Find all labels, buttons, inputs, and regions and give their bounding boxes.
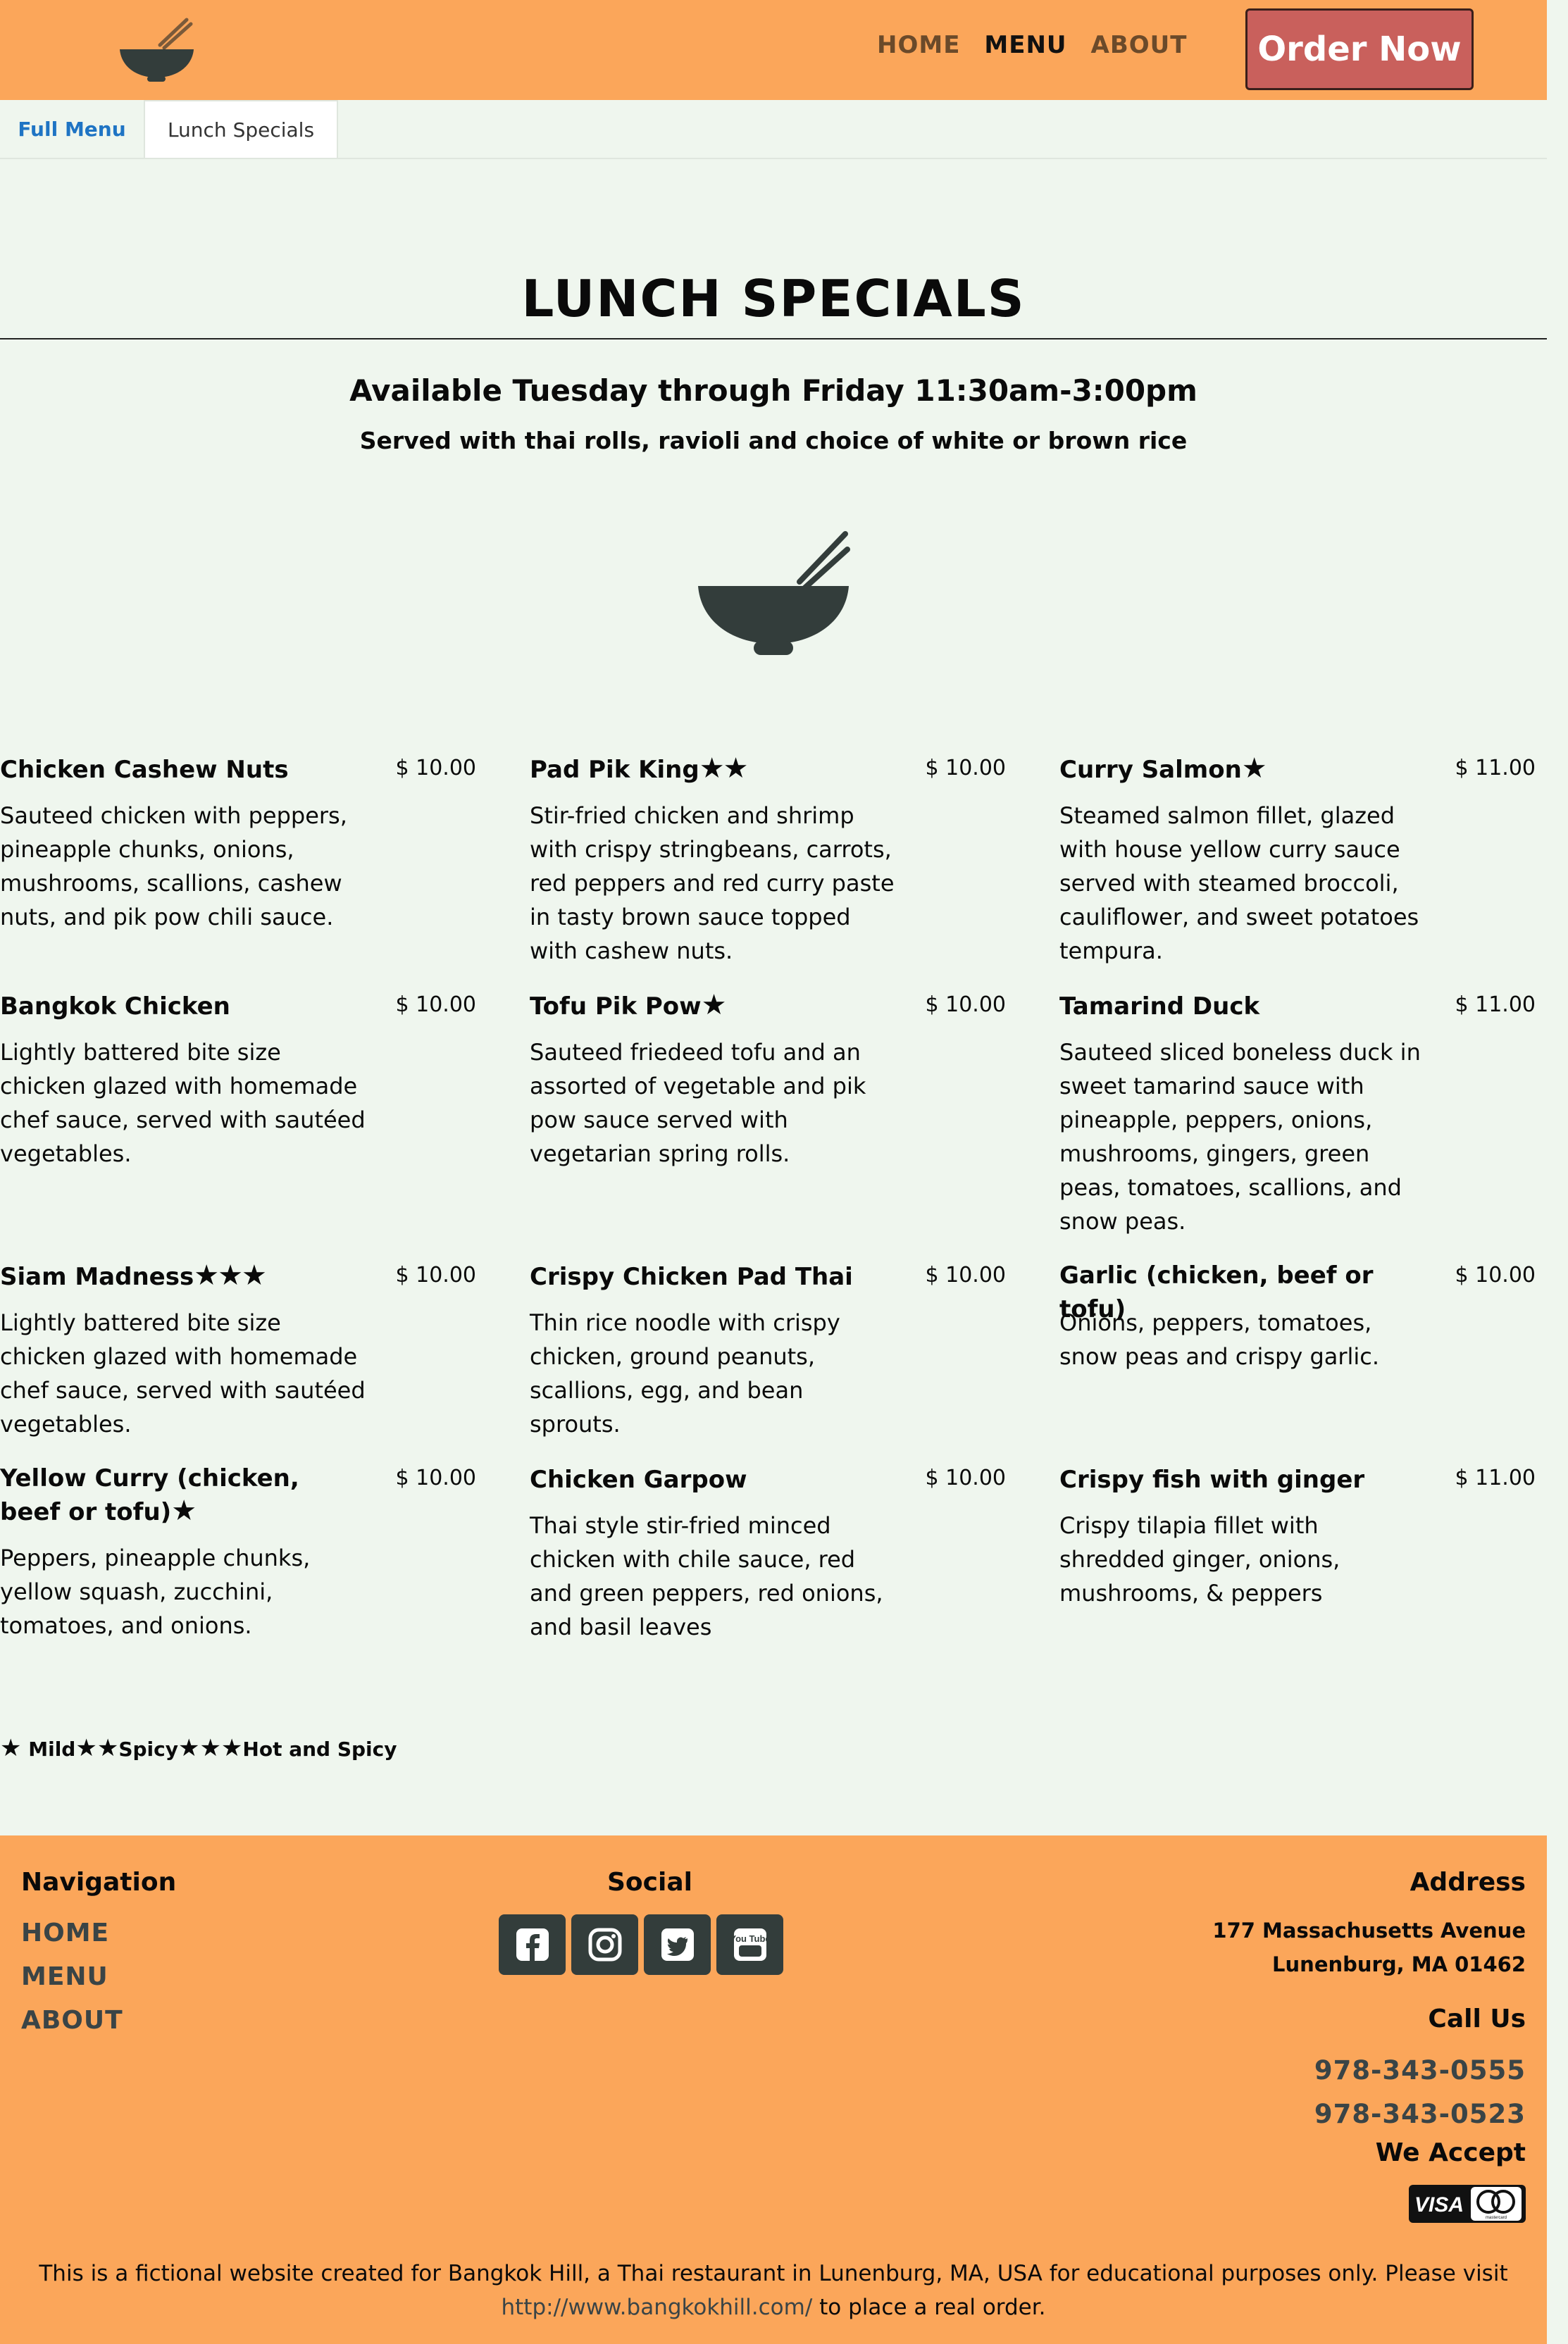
nav-menu[interactable]: MENU [984,31,1066,59]
item-description: Lightly battered bite size chicken glaze… [0,1039,366,1167]
disclaimer-tail: to place a real order. [819,2295,1046,2320]
hot-stars: ★★★ [178,1734,243,1762]
address-line-1: 177 Massachusetts Avenue [1212,1919,1526,1943]
youtube-icon[interactable]: You Tube [716,1914,783,1975]
footer-link-about[interactable]: ABOUT [21,2006,123,2035]
bangkokhill-link[interactable]: http://www.bangkokhill.com/ [501,2295,812,2320]
item-price: $ 11.00 [1455,992,1536,1017]
phone-link-1[interactable]: 978-343-0555 [1314,2055,1526,2086]
item-description: Lightly battered bite size chicken glaze… [0,1309,366,1438]
item-price: $ 10.00 [925,756,1006,780]
item-description: Thai style stir-fried minced chicken wit… [530,1512,883,1640]
item-price: $ 10.00 [395,1263,476,1288]
item-description: Sauteed sliced boneless duck in sweet ta… [1059,1039,1421,1235]
item-price: $ 10.00 [925,1466,1006,1490]
item-price: $ 10.00 [395,992,476,1017]
twitter-icon[interactable] [644,1914,711,1975]
bowl-logo-icon[interactable] [116,17,197,82]
legend-mild: Mild [28,1738,76,1761]
item-name: Chicken Cashew Nuts [0,756,289,784]
served-with-text: Served with thai rolls, ravioli and choi… [359,427,1188,454]
item-name: Curry Salmon★ [1059,752,1267,785]
spice-stars: ★★ [699,752,749,785]
item-description: Onions, peppers, tomatoes, snow peas and… [1059,1309,1380,1370]
item-name: Siam Madness★★★ [0,1259,267,1292]
item-description: Stir-fried chicken and shrimp with crisp… [530,802,895,964]
footer-call-heading: Call Us [1428,2005,1526,2033]
bowl-icon [698,531,850,655]
item-name: Chicken Garpow [530,1466,747,1494]
tab-full-menu[interactable]: Full Menu [0,100,144,158]
order-now-button[interactable]: Order Now [1245,8,1474,90]
footer-address-heading: Address [1410,1868,1526,1897]
spice-stars: ★★★ [194,1259,267,1292]
item-price: $ 11.00 [1455,756,1536,780]
mastercard-text: mastercard [1486,2216,1507,2220]
instagram-icon[interactable] [571,1914,638,1975]
mild-stars: ★ [0,1734,22,1762]
item-description: Crispy tilapia fillet with shredded ging… [1059,1512,1340,1607]
item-description: Thin rice noodle with crispy chicken, gr… [530,1309,840,1438]
item-name: Yellow Curry (chicken, beef or tofu)★ [0,1464,299,1527]
youtube-icon-text: You Tube [733,1933,768,1944]
payment-cards-icon: VISA mastercard [1409,2185,1526,2223]
disclaimer-text: This is a fictional website created for … [39,2261,1508,2286]
page-title: LUNCH SPECIALS [521,269,1026,328]
spicy-stars: ★★ [75,1734,119,1762]
footer-link-home[interactable]: HOME [21,1919,109,1947]
item-name: Crispy Chicken Pad Thai [530,1263,853,1291]
spice-stars: ★ [171,1495,197,1527]
visa-text: VISA [1414,2193,1464,2217]
facebook-icon[interactable] [499,1914,566,1975]
item-description: Sauteed friedeed tofu and an assorted of… [530,1039,866,1167]
item-name: Tofu Pik Pow★ [530,989,727,1021]
spice-stars: ★ [701,989,727,1021]
footer-link-menu[interactable]: MENU [21,1962,108,1991]
main-nav: HOME MENU ABOUT [877,31,1187,59]
item-name: Tamarind Duck [1059,992,1260,1021]
spice-legend: ★ Mild★★Spicy★★★Hot and Spicy [0,1734,397,1762]
legend-hot: Hot and Spicy [242,1738,397,1761]
item-description: Peppers, pineapple chunks, yellow squash… [0,1545,311,1639]
availability-text: Available Tuesday through Friday 11:30am… [349,373,1197,408]
phone-link-2[interactable]: 978-343-0523 [1314,2099,1526,2129]
item-price: $ 10.00 [395,1466,476,1490]
site-header: HOME MENU ABOUT Order Now [0,0,1547,100]
footer-accept-heading: We Accept [1375,2138,1526,2167]
item-description: Steamed salmon fillet, glazed with house… [1059,802,1419,964]
item-price: $ 11.00 [1455,1466,1536,1490]
social-links: You Tube [499,1914,783,1975]
address-line-2: Lunenburg, MA 01462 [1272,1952,1526,1976]
footer-nav-heading: Navigation [21,1868,177,1897]
item-price: $ 10.00 [1455,1263,1536,1288]
nav-about[interactable]: ABOUT [1091,31,1188,59]
item-description: Sauteed chicken with peppers, pineapple … [0,802,347,930]
legend-spicy: Spicy [118,1738,178,1761]
disclaimer: This is a fictional website created for … [0,2257,1547,2324]
footer-social-heading: Social [607,1868,692,1897]
nav-home[interactable]: HOME [877,31,960,59]
title-divider [0,338,1547,339]
menu-tabs: Full Menu Lunch Specials [0,100,1547,159]
item-price: $ 10.00 [395,756,476,780]
item-name: Bangkok Chicken [0,992,230,1021]
spice-stars: ★ [1241,752,1267,785]
item-price: $ 10.00 [925,1263,1006,1288]
item-price: $ 10.00 [925,992,1006,1017]
tab-lunch-specials[interactable]: Lunch Specials [144,100,338,158]
item-name: Pad Pik King★★ [530,752,749,785]
item-name: Crispy fish with ginger [1059,1466,1365,1494]
